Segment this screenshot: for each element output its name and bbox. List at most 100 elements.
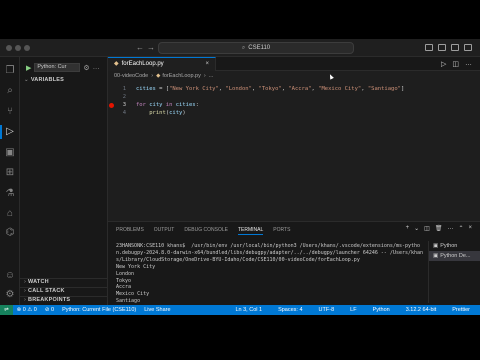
run-debug-icon[interactable]: ▷ [4, 126, 16, 138]
forward-arrow-icon[interactable]: → [147, 43, 155, 52]
watch-section[interactable]: › WATCH [24, 279, 49, 285]
code-line[interactable]: 2 [108, 93, 480, 101]
accounts-icon[interactable]: ☺ [4, 270, 16, 282]
close-icon[interactable]: × [468, 225, 472, 232]
tab-ports[interactable]: PORTS [273, 227, 290, 235]
terminal-instance[interactable]: ▣ Python De... [429, 251, 480, 261]
maximize-window-button[interactable] [24, 45, 30, 51]
problems-status[interactable]: ⊗ 0 ⚠ 0 [13, 305, 41, 315]
code-token: cities [136, 86, 156, 92]
code-line[interactable]: 1 cities = ["New York City", "London", "T… [108, 85, 480, 93]
toggle-secondary-sidebar-icon[interactable] [451, 44, 459, 51]
code-token: "London" [225, 86, 252, 92]
code-token: for [136, 102, 150, 108]
trash-icon[interactable]: 🗑 [435, 225, 443, 232]
line-text: print(city) [136, 109, 185, 117]
panel-actions: + ⌄ ◫ 🗑 … ⌃ × [406, 225, 472, 232]
line-number: 4 [122, 110, 126, 116]
minimize-window-button[interactable] [15, 45, 21, 51]
code-token: "New York City" [169, 86, 219, 92]
chevron-down-icon[interactable]: ⌄ [414, 225, 419, 232]
code-token: "Tokyo" [258, 86, 282, 92]
variables-section[interactable]: ⌄ VARIABLES [24, 77, 64, 83]
line-text: for city in cities: [136, 101, 199, 109]
tab-problems[interactable]: PROBLEMS [116, 227, 144, 235]
maximize-panel-icon[interactable]: ⌃ [458, 225, 463, 232]
language-mode[interactable]: Python [369, 305, 394, 315]
breakpoints-section[interactable]: › BREAKPOINTS [24, 297, 70, 303]
terminal-line: 23HANSONK:CSE110 khans$ /usr/bin/env /us… [116, 243, 424, 263]
launch-config-select[interactable]: Python: Cur [34, 63, 81, 72]
code-token: : [195, 102, 199, 108]
panel-tabs: PROBLEMS OUTPUT DEBUG CONSOLE TERMINAL PORTS [116, 227, 290, 235]
editor-tabs: ◆ forEachLoop.py × ▷ ◫ … [108, 57, 480, 71]
activity-bar: ❐ ⌕ ⑂ ▷ ▣ ⊞ ⚗ ⌂ ⌬ ☺ ⚙ [0, 57, 20, 305]
debug-config-status[interactable]: Python: Current File (CSE110) [58, 305, 140, 315]
source-control-icon[interactable]: ⑂ [4, 106, 16, 118]
ports-status[interactable]: ⊘ 0 [41, 305, 58, 315]
code-token: cities [175, 102, 196, 108]
close-icon[interactable]: × [205, 58, 209, 71]
remote-indicator-icon[interactable]: ⇌ [0, 305, 13, 315]
settings-icon[interactable]: ⚙ [4, 289, 16, 301]
code-line[interactable]: 3 for city in cities: [108, 101, 480, 109]
terminal-line: Tokyo [116, 277, 132, 284]
split-editor-icon[interactable]: ◫ [452, 60, 459, 68]
debug-console-icon[interactable]: ⌬ [4, 227, 16, 239]
testing-icon[interactable]: ⚗ [4, 188, 16, 200]
customize-layout-icon[interactable] [464, 44, 472, 51]
toggle-panel-icon[interactable] [438, 44, 446, 51]
line-number: 2 [122, 94, 126, 100]
code-token: , [361, 86, 368, 92]
command-center-search[interactable]: ⌕ CSE110 [158, 42, 354, 54]
call-stack-section[interactable]: › CALL STACK [24, 288, 65, 294]
breadcrumb-folder[interactable]: 00-videoCode [114, 73, 148, 79]
gear-icon[interactable]: ⚙ [83, 64, 89, 72]
code-line[interactable]: 4 print(city) [108, 109, 480, 117]
more-actions-icon[interactable]: … [447, 225, 453, 232]
extensions-icon[interactable]: ⊞ [4, 167, 16, 179]
remote-explorer-icon[interactable]: ▣ [4, 147, 16, 159]
terminal-output[interactable]: 23HANSONK:CSE110 khans$ /usr/bin/env /us… [116, 243, 426, 312]
run-config-row: ▶ Python: Cur ⚙ … [26, 63, 100, 72]
terminal-instance[interactable]: ▣ Python [429, 241, 480, 251]
code-token: , [251, 86, 259, 92]
tab-output[interactable]: OUTPUT [154, 227, 175, 235]
new-terminal-icon[interactable]: + [406, 225, 410, 232]
call-stack-label: CALL STACK [28, 288, 65, 294]
more-actions-icon[interactable]: … [93, 64, 100, 71]
run-file-icon[interactable]: ▷ [441, 60, 446, 68]
files-icon[interactable]: ❐ [4, 65, 16, 77]
interpreter-version[interactable]: 3.12.2 64-bit [402, 305, 441, 315]
encoding-status[interactable]: UTF-8 [315, 305, 339, 315]
terminal-icon: ▣ [433, 253, 439, 259]
status-bar: ⇌ ⊗ 0 ⚠ 0 ⊘ 0 Python: Current File (CSE1… [0, 305, 480, 315]
breadcrumb-file[interactable]: forEachLoop.py [162, 73, 201, 79]
live-share-status[interactable]: Live Share [140, 305, 174, 315]
more-actions-icon[interactable]: … [465, 60, 472, 68]
eol-status[interactable]: LF [346, 305, 360, 315]
flask-icon[interactable]: ⌂ [4, 208, 16, 220]
close-window-button[interactable] [6, 45, 12, 51]
tab-label: forEachLoop.py [121, 61, 164, 67]
breakpoints-label: BREAKPOINTS [28, 297, 71, 303]
split-terminal-icon[interactable]: ◫ [424, 225, 430, 232]
back-arrow-icon[interactable]: ← [136, 43, 144, 52]
search-icon[interactable]: ⌕ [4, 85, 16, 97]
code-token: ] [400, 86, 405, 92]
indentation-status[interactable]: Spaces: 4 [274, 305, 306, 315]
code-editor[interactable]: 1 cities = ["New York City", "London", "T… [108, 83, 480, 221]
breadcrumb-symbol[interactable]: ... [209, 73, 214, 79]
code-token: in [162, 102, 176, 108]
start-debugging-icon[interactable]: ▶ [26, 64, 31, 72]
terminal-icon: ▣ [433, 243, 439, 249]
layout-controls [425, 44, 472, 51]
prettier-status[interactable]: Prettier [448, 305, 474, 315]
terminal-list: ▣ Python ▣ Python De... [428, 241, 480, 303]
cursor-position[interactable]: Ln 3, Col 1 [231, 305, 266, 315]
toggle-sidebar-icon[interactable] [425, 44, 433, 51]
tab-foreachloop[interactable]: ◆ forEachLoop.py × [108, 57, 216, 71]
tab-terminal[interactable]: TERMINAL [237, 227, 264, 235]
tab-debug-console[interactable]: DEBUG CONSOLE [184, 227, 228, 235]
